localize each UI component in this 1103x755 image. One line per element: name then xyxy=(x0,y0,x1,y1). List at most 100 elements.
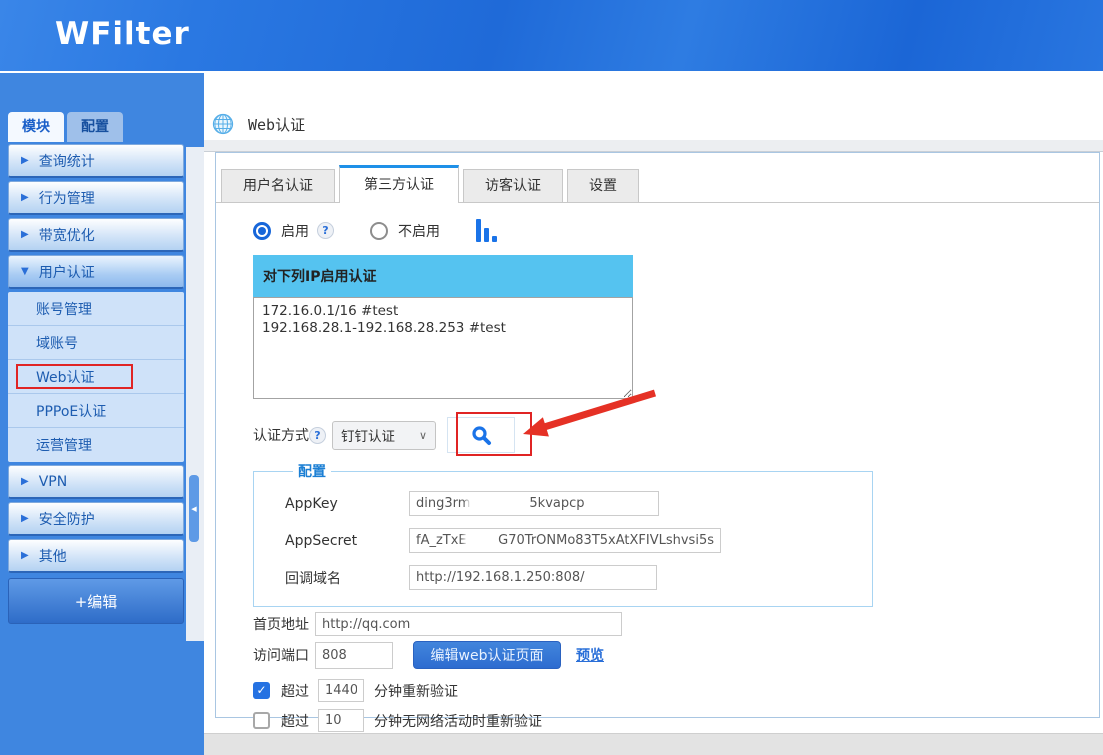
appsecret-value-suffix: G70TrONMo83T5xAtXFIVLshvsi5s xyxy=(498,533,714,548)
appsecret-row: AppSecret fA_zTxE G70TrONMo83T5xAtXFIVLsh… xyxy=(285,528,872,553)
config-legend: 配置 xyxy=(293,461,331,481)
enable-label: 启用 xyxy=(281,221,309,241)
sidebar-item-vpn[interactable]: ▶ VPN xyxy=(8,465,184,499)
sidebar-item-label: 其他 xyxy=(39,546,67,566)
sidebar-item-label: VPN xyxy=(39,474,68,490)
sidebar-tab-modules[interactable]: 模块 xyxy=(8,112,64,142)
sidebar-menu: ▶ 查询统计 ▶ 行为管理 ▶ 带宽优化 ▼ 用户认证 账号管理 域账号 xyxy=(8,144,184,624)
sidebar-item-web-auth[interactable]: Web认证 xyxy=(8,360,184,394)
sidebar-tab-bar: 模块 配置 xyxy=(8,112,126,142)
top-header-bar: WFilter xyxy=(0,0,1103,71)
enable-radio-row: 启用 ? 不启用 xyxy=(253,219,1099,242)
tab-guest-auth[interactable]: 访客认证 xyxy=(463,169,563,202)
sidebar-item-label: PPPoE认证 xyxy=(36,401,106,421)
exceed-label: 超过 xyxy=(281,711,309,731)
appsecret-label: AppSecret xyxy=(285,533,409,549)
port-input[interactable] xyxy=(315,642,393,669)
homepage-input[interactable] xyxy=(315,612,622,636)
web-auth-panel: 用户名认证 第三方认证 访客认证 设置 启用 ? 不启用 对下列IP启用认证 1… xyxy=(215,152,1100,718)
sidebar-item-label: 域账号 xyxy=(36,333,78,353)
appkey-value-prefix: ding3rm xyxy=(416,496,470,511)
footer-strip xyxy=(204,733,1103,755)
callback-row: 回调域名 http://192.168.1.250:808/ xyxy=(285,565,872,590)
sidebar-item-domain-account[interactable]: 域账号 xyxy=(8,326,184,360)
chevron-right-icon: ▶ xyxy=(21,155,29,166)
sidebar-item-pppoe-auth[interactable]: PPPoE认证 xyxy=(8,394,184,428)
auth-method-selected-value: 钉钉认证 xyxy=(341,425,395,445)
tab-strip: 用户名认证 第三方认证 访客认证 设置 xyxy=(216,153,1099,203)
tab-username-auth[interactable]: 用户名认证 xyxy=(221,169,335,202)
reauth-minutes-input[interactable] xyxy=(318,679,364,702)
help-icon[interactable]: ? xyxy=(309,427,326,444)
help-icon[interactable]: ? xyxy=(317,222,334,239)
appkey-label: AppKey xyxy=(285,496,409,512)
sidebar-item-account-mgmt[interactable]: 账号管理 xyxy=(8,292,184,326)
tab-third-party-auth[interactable]: 第三方认证 xyxy=(339,165,459,203)
sidebar-item-label: 查询统计 xyxy=(39,151,95,171)
callback-value: http://192.168.1.250:808/ xyxy=(416,570,585,585)
chevron-down-icon: ∨ xyxy=(419,429,427,442)
bar-chart-icon[interactable] xyxy=(476,219,500,242)
collapse-left-icon: ◀ xyxy=(191,505,196,513)
wfilter-logo: WFilter xyxy=(55,16,190,52)
sidebar-scroll-gutter: ◀ xyxy=(186,147,204,641)
redaction-blur xyxy=(469,534,497,547)
sidebar-item-behavior-mgmt[interactable]: ▶ 行为管理 xyxy=(8,181,184,215)
edit-web-auth-page-button[interactable]: 编辑web认证页面 xyxy=(413,641,561,669)
sidebar-edit-button[interactable]: +编辑 xyxy=(8,578,184,624)
port-row: 访问端口 编辑web认证页面 预览 xyxy=(253,641,1099,669)
ip-section-header: 对下列IP启用认证 xyxy=(253,255,633,297)
sidebar-item-label: 运营管理 xyxy=(36,435,92,455)
idle-reauth-suffix-label: 分钟无网络活动时重新验证 xyxy=(374,711,542,731)
red-highlight-box-web-auth xyxy=(16,364,133,389)
tab-settings[interactable]: 设置 xyxy=(567,169,639,202)
redaction-blur xyxy=(472,497,527,510)
sidebar-item-bandwidth-opt[interactable]: ▶ 带宽优化 xyxy=(8,218,184,252)
sidebar-item-user-auth[interactable]: ▼ 用户认证 xyxy=(8,255,184,289)
page-title-row: Web认证 xyxy=(212,113,305,135)
sidebar-item-label: 账号管理 xyxy=(36,299,92,319)
disable-radio[interactable] xyxy=(370,222,388,240)
sidebar-item-others[interactable]: ▶ 其他 xyxy=(8,539,184,573)
title-divider xyxy=(204,140,1103,152)
sidebar-item-security[interactable]: ▶ 安全防护 xyxy=(8,502,184,536)
appkey-row: AppKey ding3rm5kvapcp xyxy=(285,491,872,516)
sidebar-item-query-stats[interactable]: ▶ 查询统计 xyxy=(8,144,184,178)
auth-method-label: 认证方式 xyxy=(253,425,309,445)
sidebar-item-label: 带宽优化 xyxy=(39,225,95,245)
reauth-suffix-label: 分钟重新验证 xyxy=(374,681,458,701)
disable-label: 不启用 xyxy=(398,221,440,241)
idle-reauth-row: 超过 分钟无网络活动时重新验证 xyxy=(253,709,1099,732)
red-annotation-box-search xyxy=(456,412,532,456)
sidebar-item-label: 用户认证 xyxy=(39,262,95,282)
exceed-label: 超过 xyxy=(281,681,309,701)
appsecret-input[interactable]: fA_zTxE G70TrONMo83T5xAtXFIVLshvsi5s xyxy=(409,528,721,553)
preview-link[interactable]: 预览 xyxy=(576,645,604,665)
sidebar-item-operation-mgmt[interactable]: 运营管理 xyxy=(8,428,184,462)
wfilter-app-window: WFilter 模块 配置 ▶ 查询统计 ▶ 行为管理 ▶ 带宽优化 ▼ 用户认… xyxy=(0,0,1103,755)
callback-input[interactable]: http://192.168.1.250:808/ xyxy=(409,565,657,590)
reauth-timeout-row: ✓ 超过 分钟重新验证 xyxy=(253,679,1099,702)
chevron-right-icon: ▶ xyxy=(21,192,29,203)
sidebar: 模块 配置 ▶ 查询统计 ▶ 行为管理 ▶ 带宽优化 ▼ 用户认证 账号管理 xyxy=(0,71,204,755)
ip-list-textarea[interactable]: 172.16.0.1/16 #test 192.168.28.1-192.168… xyxy=(253,297,633,399)
chevron-right-icon: ▶ xyxy=(21,229,29,240)
port-label: 访问端口 xyxy=(253,645,315,665)
appsecret-value-prefix: fA_zTxE xyxy=(416,533,467,548)
auth-method-row: 认证方式 ? 钉钉认证 ∨ xyxy=(253,417,1099,453)
enable-radio-selected[interactable] xyxy=(253,222,271,240)
sidebar-collapse-handle[interactable]: ◀ xyxy=(189,475,199,542)
sidebar-item-label: 安全防护 xyxy=(39,509,95,529)
homepage-label: 首页地址 xyxy=(253,614,315,634)
config-fieldset: 配置 AppKey ding3rm5kvapcp AppSecret fA_zT… xyxy=(253,461,873,607)
reauth-timeout-checkbox-checked[interactable]: ✓ xyxy=(253,682,270,699)
homepage-row: 首页地址 xyxy=(253,612,1099,636)
sidebar-tab-config[interactable]: 配置 xyxy=(67,112,123,142)
chevron-right-icon: ▶ xyxy=(21,513,29,524)
auth-method-select[interactable]: 钉钉认证 ∨ xyxy=(332,421,436,450)
appkey-input[interactable]: ding3rm5kvapcp xyxy=(409,491,659,516)
idle-minutes-input[interactable] xyxy=(318,709,364,732)
sidebar-item-label: 行为管理 xyxy=(39,188,95,208)
idle-reauth-checkbox-unchecked[interactable] xyxy=(253,712,270,729)
sidebar-submenu-user-auth: 账号管理 域账号 Web认证 PPPoE认证 运营管理 xyxy=(8,292,184,462)
